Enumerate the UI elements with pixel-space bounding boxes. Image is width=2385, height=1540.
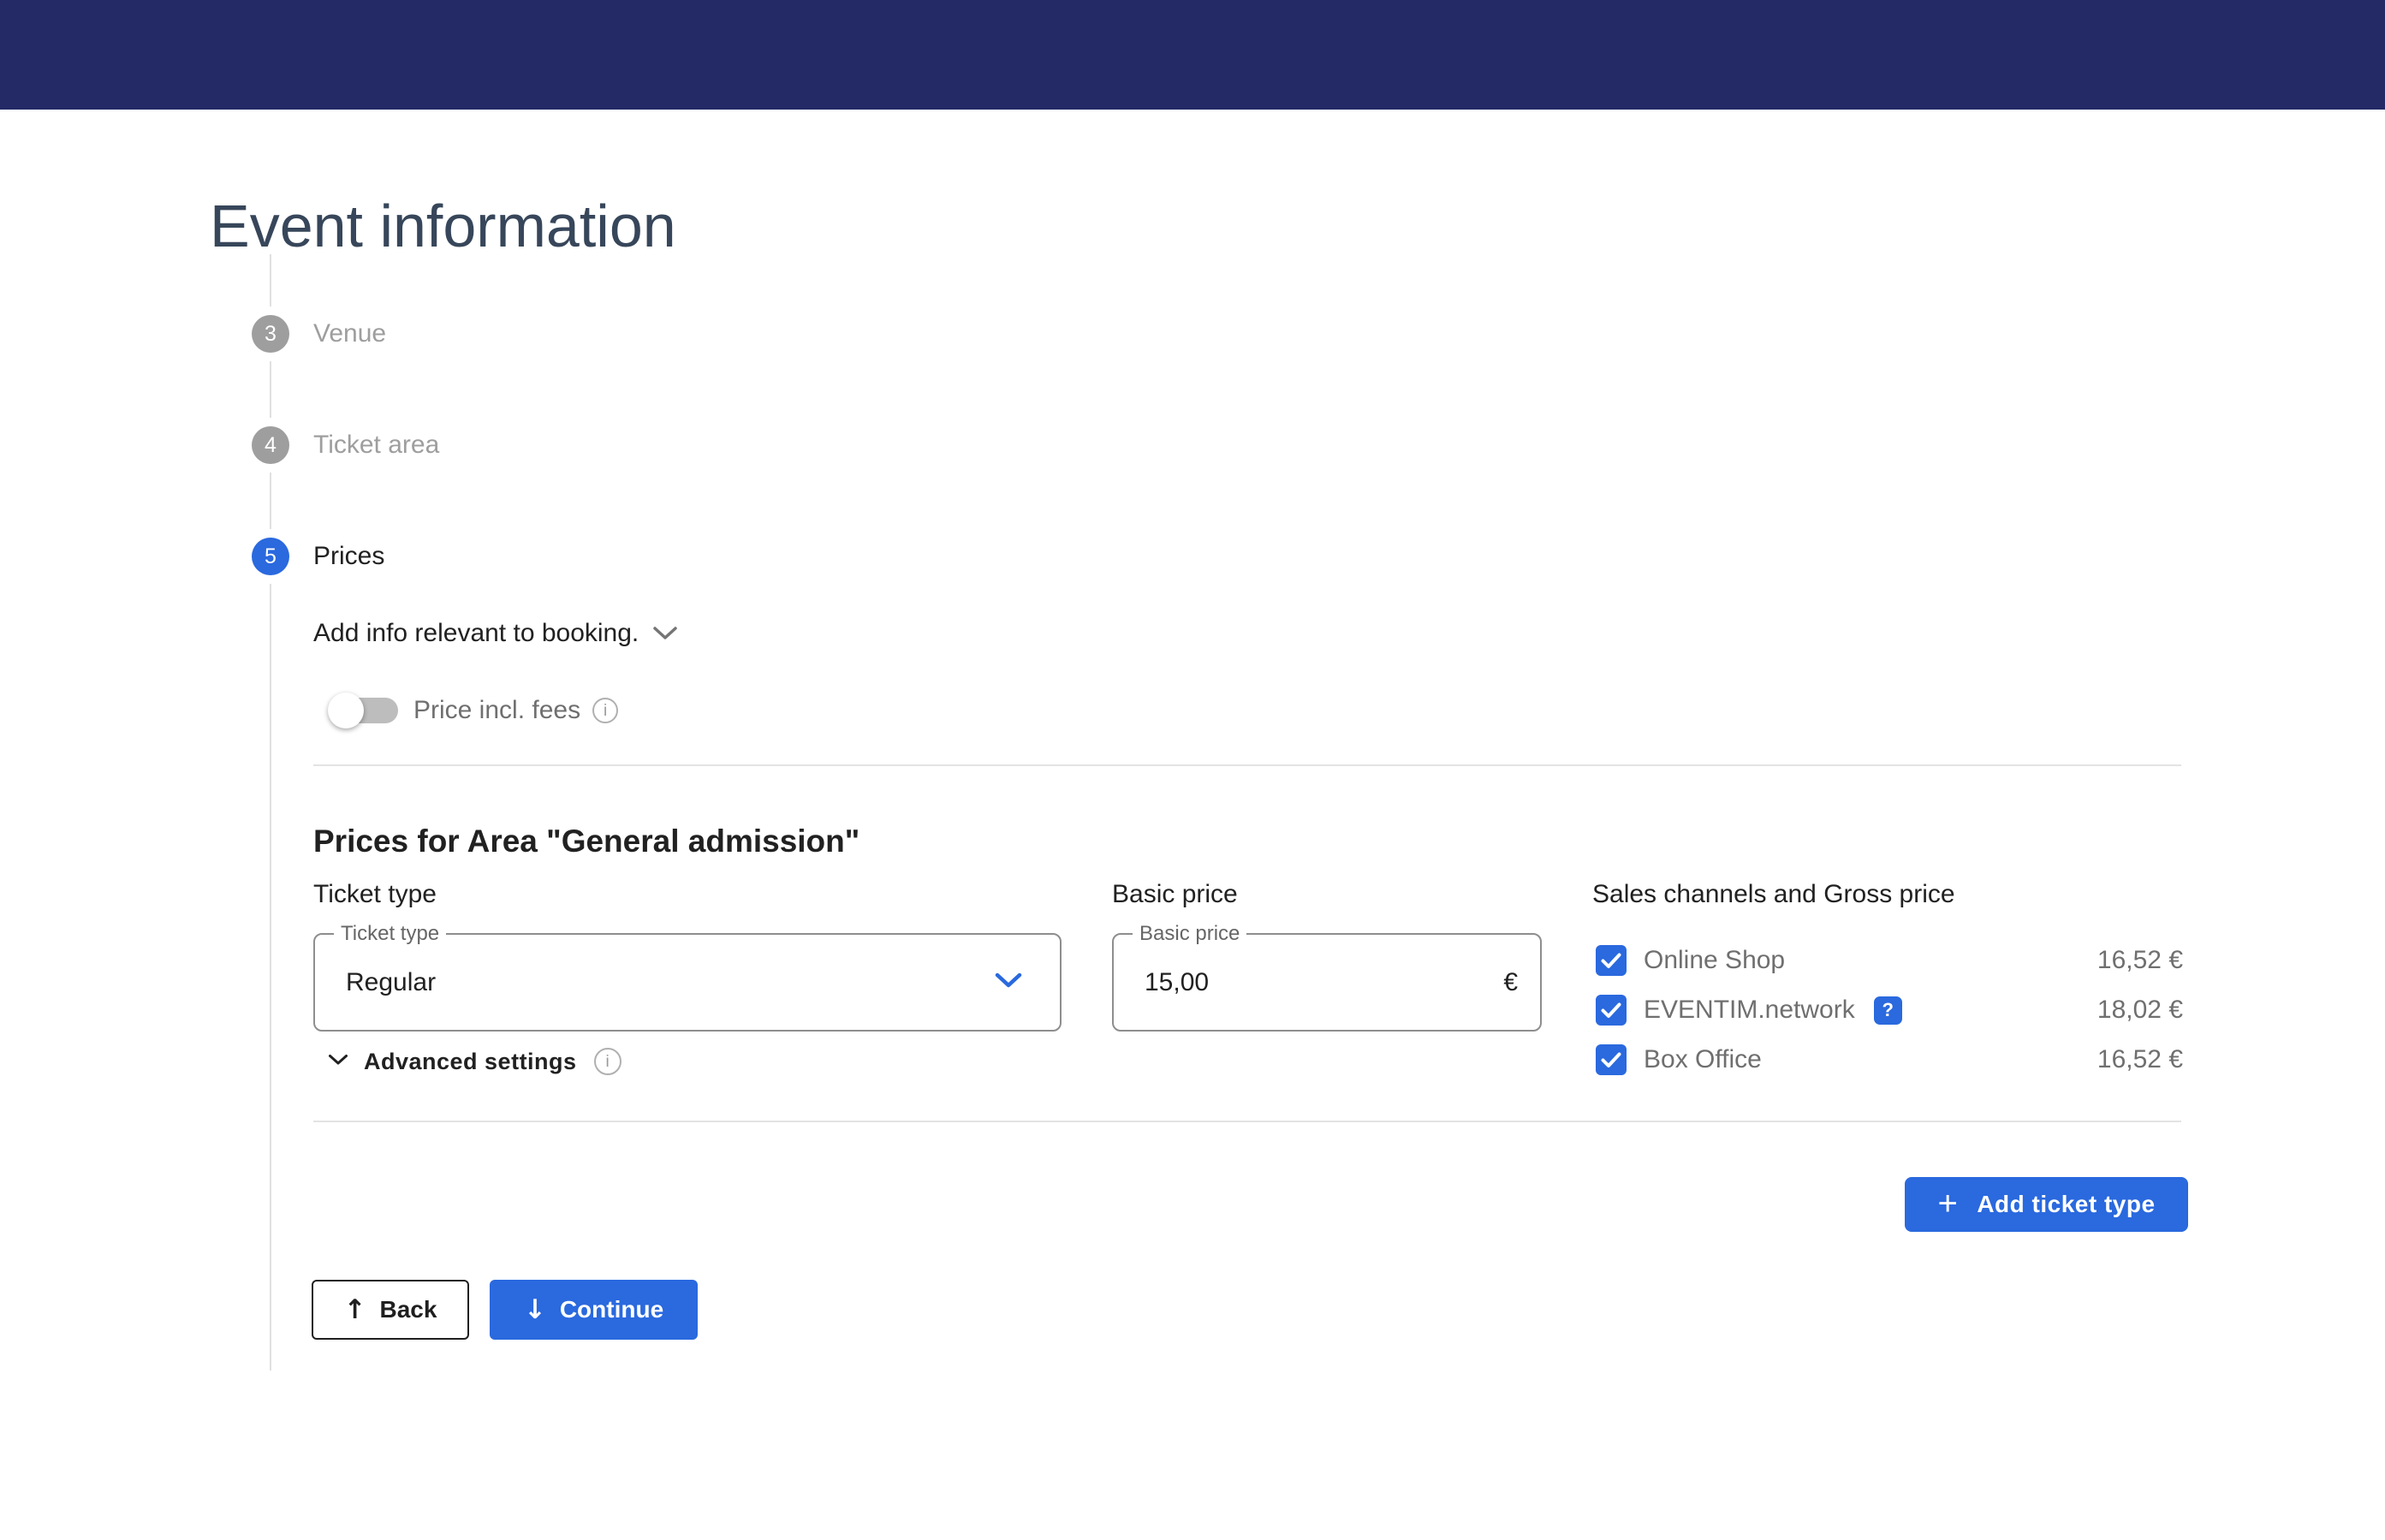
info-icon[interactable]: i (592, 698, 618, 723)
ticket-type-column-label: Ticket type (313, 882, 437, 907)
ticket-type-select[interactable]: Ticket type Regular (313, 933, 1062, 1032)
chevron-down-icon (328, 1054, 348, 1070)
section-divider (313, 764, 2181, 766)
channel-label: Online Shop (1644, 948, 1785, 973)
basic-price-input[interactable] (1145, 935, 1470, 1030)
chevron-down-icon (995, 972, 1022, 993)
stepper-connector (270, 254, 271, 306)
advanced-settings-expander[interactable]: Advanced settings i (328, 1046, 622, 1077)
prices-section-heading: Prices for Area "General admission" (313, 824, 859, 860)
stepper-step-ticket-area[interactable]: 4 Ticket area (252, 426, 439, 464)
sales-channel-row: EVENTIM.network ? 18,02 € (1596, 995, 2183, 1026)
continue-button[interactable]: ↓ Continue (490, 1280, 698, 1340)
step-number-badge: 3 (252, 315, 289, 353)
plus-icon: + (1937, 1186, 1958, 1221)
gross-price: 16,52 € (2097, 1047, 2183, 1073)
gross-price: 18,02 € (2097, 997, 2183, 1023)
channel-label: Box Office (1644, 1047, 1762, 1073)
back-button-label: Back (380, 1296, 437, 1323)
check-icon (1601, 1052, 1621, 1068)
page-title: Event information (210, 196, 676, 256)
app-header-bar (0, 0, 2385, 110)
step-number-badge: 4 (252, 426, 289, 464)
sales-channel-row: Box Office 16,52 € (1596, 1044, 2183, 1075)
check-icon (1601, 953, 1621, 969)
help-icon[interactable]: ? (1874, 996, 1902, 1025)
price-incl-fees-label: Price incl. fees (413, 698, 580, 723)
arrow-up-icon: ↑ (344, 1297, 366, 1323)
basic-price-column-label: Basic price (1112, 882, 1238, 907)
step-label: Prices (313, 544, 384, 569)
booking-info-label: Add info relevant to booking. (313, 619, 639, 648)
check-icon (1601, 1002, 1621, 1019)
advanced-settings-label: Advanced settings (364, 1050, 577, 1073)
add-ticket-type-button[interactable]: + Add ticket type (1905, 1177, 2188, 1232)
arrow-down-icon: ↓ (524, 1297, 546, 1323)
back-button[interactable]: ↑ Back (312, 1280, 469, 1340)
stepper-step-venue[interactable]: 3 Venue (252, 315, 386, 353)
info-icon[interactable]: i (594, 1048, 622, 1075)
gross-price: 16,52 € (2097, 948, 2183, 973)
chevron-down-icon (652, 619, 678, 648)
section-divider (313, 1121, 2181, 1122)
price-incl-fees-row: Price incl. fees i (330, 693, 618, 728)
step-number-badge: 5 (252, 538, 289, 575)
stepper-step-prices[interactable]: 5 Prices (252, 538, 384, 575)
step-label: Venue (313, 321, 386, 347)
stepper-connector (270, 584, 271, 1371)
currency-suffix: € (1503, 970, 1518, 996)
sales-channels-column-label: Sales channels and Gross price (1592, 882, 1955, 907)
checkbox-online-shop[interactable] (1596, 945, 1627, 976)
stepper-connector (270, 361, 271, 418)
toggle-thumb (328, 693, 364, 728)
price-incl-fees-toggle[interactable] (330, 698, 398, 723)
stepper-connector (270, 473, 271, 529)
checkbox-box-office[interactable] (1596, 1044, 1627, 1075)
booking-info-expander[interactable]: Add info relevant to booking. (313, 618, 678, 649)
sales-channel-row: Online Shop 16,52 € (1596, 945, 2183, 976)
ticket-type-select-value: Regular (346, 970, 436, 996)
step-label: Ticket area (313, 432, 439, 458)
ticket-type-select-label: Ticket type (334, 922, 446, 947)
continue-button-label: Continue (560, 1296, 663, 1323)
basic-price-field: Basic price € (1112, 933, 1542, 1032)
checkbox-eventim-network[interactable] (1596, 995, 1627, 1026)
channel-label: EVENTIM.network (1644, 997, 1855, 1023)
add-ticket-type-label: Add ticket type (1977, 1191, 2155, 1218)
